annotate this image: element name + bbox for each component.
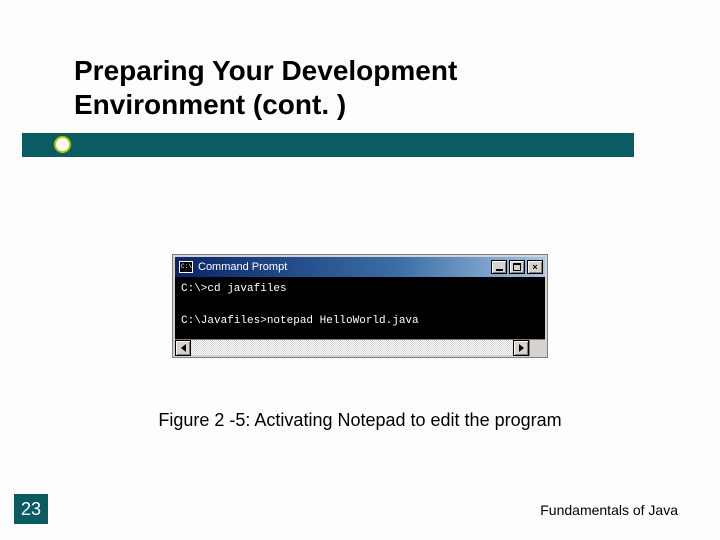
console-icon xyxy=(179,261,193,273)
terminal-line: C:\Javafiles>notepad HelloWorld.java xyxy=(181,315,419,327)
scroll-corner xyxy=(529,340,545,356)
titlebar: Command Prompt × xyxy=(175,257,545,277)
page-number: 23 xyxy=(14,494,48,524)
title-underline xyxy=(22,133,634,157)
scroll-right-button[interactable] xyxy=(513,340,529,356)
slide-title: Preparing Your Development Environment (… xyxy=(74,54,634,121)
slide: Preparing Your Development Environment (… xyxy=(0,0,720,540)
scroll-left-button[interactable] xyxy=(175,340,191,356)
minimize-button[interactable] xyxy=(491,260,507,274)
terminal-body[interactable]: C:\>cd javafiles C:\Javafiles>notepad He… xyxy=(175,277,545,339)
arrow-left-icon xyxy=(181,344,186,352)
horizontal-scrollbar[interactable] xyxy=(175,339,545,355)
figure-command-prompt: Command Prompt × C:\>cd javafiles C:\Jav… xyxy=(172,254,548,358)
window-title: Command Prompt xyxy=(198,261,491,273)
titlebar-buttons: × xyxy=(491,260,543,274)
arrow-right-icon xyxy=(519,344,524,352)
bullet-icon xyxy=(54,136,71,153)
terminal-line: C:\>cd javafiles xyxy=(181,283,287,295)
scroll-track[interactable] xyxy=(191,340,513,355)
figure-caption: Figure 2 -5: Activating Notepad to edit … xyxy=(0,410,720,431)
close-button[interactable]: × xyxy=(527,260,543,274)
window-frame: Command Prompt × C:\>cd javafiles C:\Jav… xyxy=(172,254,548,358)
maximize-button[interactable] xyxy=(509,260,525,274)
footer-text: Fundamentals of Java xyxy=(540,502,678,518)
